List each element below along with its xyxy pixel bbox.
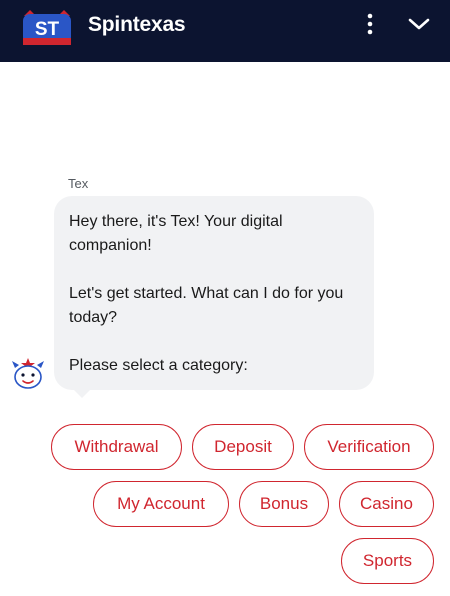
category-verification-button[interactable]: Verification [304, 424, 434, 470]
collapse-button[interactable] [404, 10, 434, 38]
menu-button[interactable] [358, 10, 382, 38]
logo-icon: ST [23, 10, 71, 45]
bubble-tail [72, 388, 92, 398]
category-my-account-button[interactable]: My Account [93, 481, 229, 527]
category-casino-button[interactable]: Casino [339, 481, 434, 527]
category-bonus-button[interactable]: Bonus [239, 481, 329, 527]
category-withdrawal-button[interactable]: Withdrawal [51, 424, 182, 470]
chevron-down-icon [408, 18, 430, 30]
app-title: Spintexas [88, 13, 186, 36]
chat-header: ST Spintexas [0, 0, 450, 62]
bot-avatar-icon [12, 358, 44, 389]
message-paragraph: Please select a category: [69, 357, 248, 374]
category-sports-button[interactable]: Sports [341, 538, 434, 584]
more-vertical-icon [367, 13, 373, 35]
message-bubble: Hey there, it's Tex! Your digital compan… [54, 196, 374, 390]
message-paragraph: Let's get started. What can I do for you… [69, 285, 344, 326]
sender-name: Tex [68, 176, 89, 191]
message-paragraph: Hey there, it's Tex! Your digital compan… [69, 213, 283, 254]
category-deposit-button[interactable]: Deposit [192, 424, 294, 470]
logo-text: ST [35, 19, 60, 40]
